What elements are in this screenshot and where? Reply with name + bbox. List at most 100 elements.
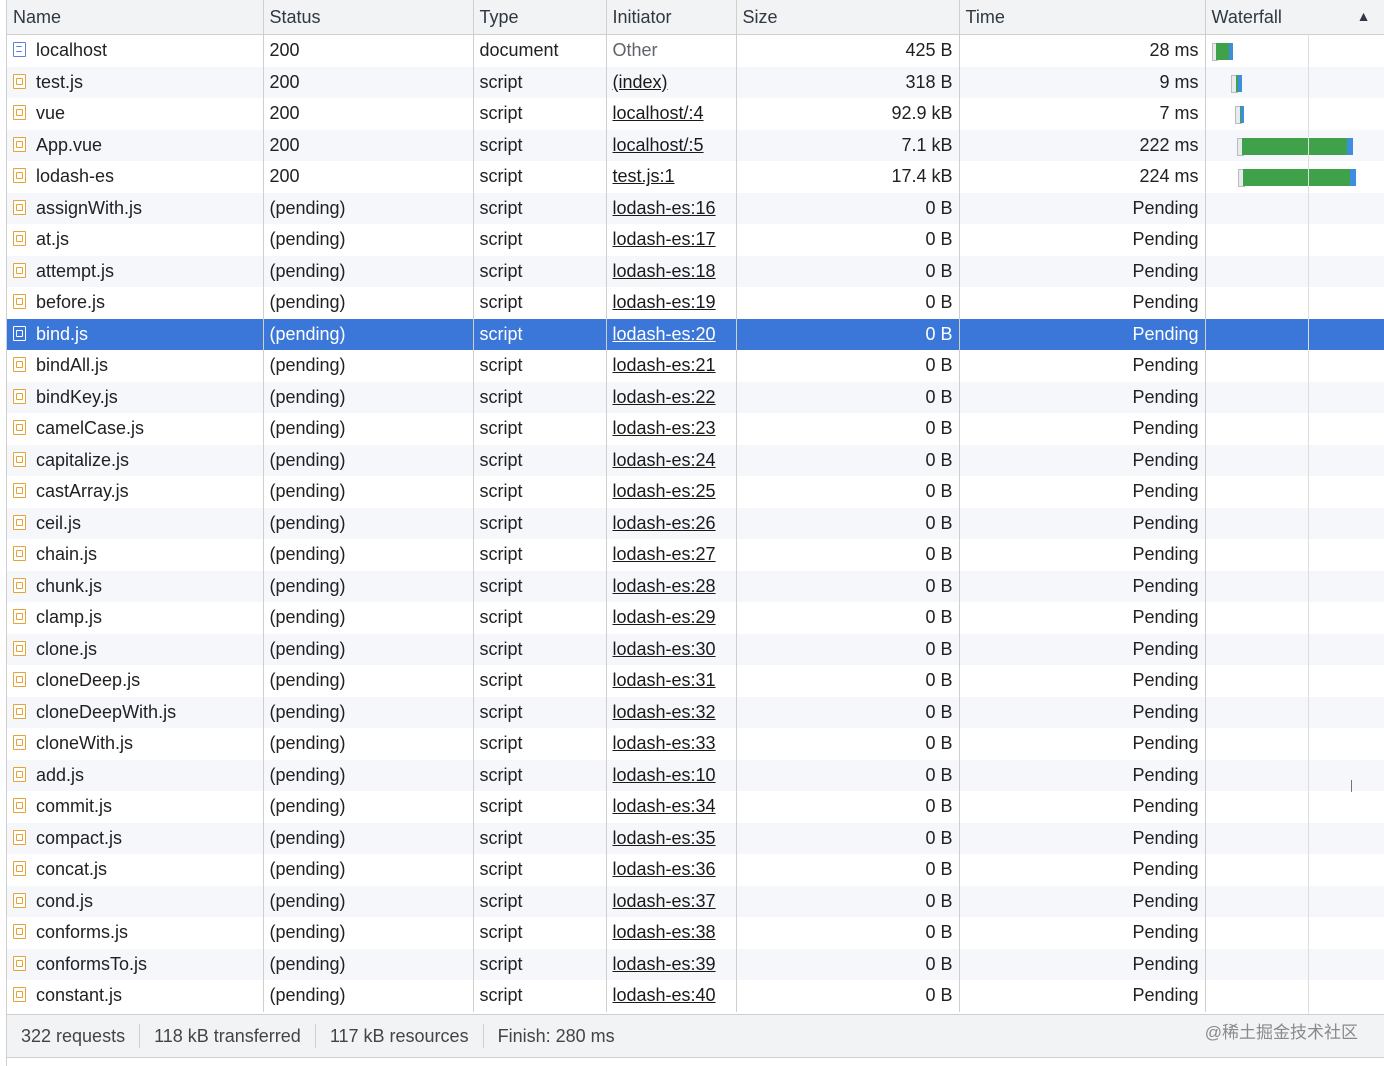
cell-name[interactable]: attempt.js: [7, 255, 264, 287]
initiator-link[interactable]: lodash-es:23: [613, 418, 716, 438]
table-row[interactable]: before.js (pending) script lodash-es:19 0 BP…: [7, 287, 1384, 319]
table-row[interactable]: clone.js (pending) script lodash-es:30 0 B Pe…: [7, 633, 1384, 665]
initiator-link[interactable]: lodash-es:24: [613, 450, 716, 470]
initiator-link[interactable]: lodash-es:27: [613, 544, 716, 564]
cell-initiator[interactable]: lodash-es:26: [606, 507, 737, 539]
cell-name[interactable]: chunk.js: [7, 570, 264, 602]
cell-initiator[interactable]: lodash-es:39: [606, 948, 737, 980]
cell-name[interactable]: assignWith.js: [7, 192, 264, 224]
column-header-initiator[interactable]: Initiator: [606, 0, 737, 35]
cell-name[interactable]: at.js: [7, 224, 264, 256]
cell-initiator[interactable]: lodash-es:18: [606, 255, 737, 287]
initiator-link[interactable]: lodash-es:10: [613, 765, 716, 785]
initiator-link[interactable]: lodash-es:26: [613, 513, 716, 533]
table-row[interactable]: lodash-es 200 script test.js:1 17.4 kB 224 ms: [7, 161, 1384, 193]
cell-initiator[interactable]: lodash-es:31: [606, 665, 737, 697]
cell-initiator[interactable]: lodash-es:19: [606, 287, 737, 319]
cell-name[interactable]: ceil.js: [7, 507, 264, 539]
table-row[interactable]: add.js (pending) script lodash-es:10 0 B Pend…: [7, 759, 1384, 791]
table-row[interactable]: bind.js (pending) script lodash-es:20 0 B Pen…: [7, 318, 1384, 350]
cell-name[interactable]: commit.js: [7, 791, 264, 823]
initiator-link[interactable]: lodash-es:22: [613, 387, 716, 407]
initiator-link[interactable]: lodash-es:35: [613, 828, 716, 848]
cell-name[interactable]: constant.js: [7, 980, 264, 1012]
table-row[interactable]: assignWith.js (pending) script lodash-es:16…: [7, 192, 1384, 224]
initiator-link[interactable]: lodash-es:25: [613, 481, 716, 501]
initiator-link[interactable]: lodash-es:34: [613, 796, 716, 816]
cell-initiator[interactable]: lodash-es:38: [606, 917, 737, 949]
table-row[interactable]: ceil.js (pending) script lodash-es:26 0 B Pen…: [7, 507, 1384, 539]
table-row[interactable]: conforms.js (pending) script lodash-es:38 0 …: [7, 917, 1384, 949]
initiator-link[interactable]: lodash-es:38: [613, 922, 716, 942]
cell-initiator[interactable]: lodash-es:32: [606, 696, 737, 728]
cell-initiator[interactable]: test.js:1: [606, 161, 737, 193]
cell-name[interactable]: cloneWith.js: [7, 728, 264, 760]
initiator-link[interactable]: lodash-es:18: [613, 261, 716, 281]
table-row[interactable]: cond.js (pending) script lodash-es:37 0 B Pen…: [7, 885, 1384, 917]
table-row[interactable]: chain.js (pending) script lodash-es:27 0 B Pe…: [7, 539, 1384, 571]
cell-initiator[interactable]: lodash-es:37: [606, 885, 737, 917]
initiator-link[interactable]: lodash-es:21: [613, 355, 716, 375]
cell-name[interactable]: conformsTo.js: [7, 948, 264, 980]
cell-initiator[interactable]: lodash-es:25: [606, 476, 737, 508]
table-row[interactable]: compact.js (pending) script lodash-es:35 0 B…: [7, 822, 1384, 854]
initiator-link[interactable]: lodash-es:20: [613, 324, 716, 344]
table-row[interactable]: cloneWith.js (pending) script lodash-es:33 0…: [7, 728, 1384, 760]
column-header-time[interactable]: Time: [959, 0, 1206, 35]
initiator-link[interactable]: test.js:1: [613, 166, 675, 186]
table-row[interactable]: chunk.js (pending) script lodash-es:28 0 B Pe…: [7, 570, 1384, 602]
cell-initiator[interactable]: lodash-es:23: [606, 413, 737, 445]
cell-name[interactable]: conforms.js: [7, 917, 264, 949]
cell-name[interactable]: bindAll.js: [7, 350, 264, 382]
table-row[interactable]: cloneDeepWith.js (pending) script lodash-es…: [7, 696, 1384, 728]
column-header-status[interactable]: Status: [263, 0, 474, 35]
cell-name[interactable]: capitalize.js: [7, 444, 264, 476]
cell-name[interactable]: concat.js: [7, 854, 264, 886]
cell-name[interactable]: cond.js: [7, 885, 264, 917]
cell-initiator[interactable]: lodash-es:36: [606, 854, 737, 886]
cell-name[interactable]: camelCase.js: [7, 413, 264, 445]
cell-initiator[interactable]: lodash-es:27: [606, 539, 737, 571]
cell-initiator[interactable]: lodash-es:21: [606, 350, 737, 382]
cell-initiator[interactable]: (index): [606, 66, 737, 98]
cell-initiator[interactable]: lodash-es:40: [606, 980, 737, 1012]
cell-initiator[interactable]: lodash-es:16: [606, 192, 737, 224]
initiator-link[interactable]: lodash-es:40: [613, 985, 716, 1005]
table-row[interactable]: castArray.js (pending) script lodash-es:25 0…: [7, 476, 1384, 508]
initiator-link[interactable]: lodash-es:16: [613, 198, 716, 218]
cell-name[interactable]: castArray.js: [7, 476, 264, 508]
table-row[interactable]: vue 200 script localhost/:4 92.9 kB 7 ms: [7, 98, 1384, 130]
cell-name[interactable]: App.vue: [7, 129, 264, 161]
sort-ascending-icon[interactable]: ▲: [1357, 8, 1371, 24]
cell-name[interactable]: localhost: [7, 34, 264, 67]
column-header-name[interactable]: Name: [7, 0, 264, 35]
cell-initiator[interactable]: lodash-es:30: [606, 633, 737, 665]
cell-initiator[interactable]: localhost/:5: [606, 129, 737, 161]
table-row[interactable]: bindKey.js (pending) script lodash-es:22 0 B…: [7, 381, 1384, 413]
cell-name[interactable]: clamp.js: [7, 602, 264, 634]
table-row[interactable]: constant.js (pending) script lodash-es:40 0 …: [7, 980, 1384, 1012]
table-row[interactable]: attempt.js (pending) script lodash-es:18 0 B…: [7, 255, 1384, 287]
cell-name[interactable]: lodash-es: [7, 161, 264, 193]
cell-name[interactable]: test.js: [7, 66, 264, 98]
column-header-size[interactable]: Size: [736, 0, 960, 35]
cell-initiator[interactable]: lodash-es:29: [606, 602, 737, 634]
cell-name[interactable]: add.js: [7, 759, 264, 791]
cell-name[interactable]: compact.js: [7, 822, 264, 854]
cell-name[interactable]: bind.js: [7, 318, 264, 350]
initiator-link[interactable]: lodash-es:36: [613, 859, 716, 879]
cell-name[interactable]: cloneDeepWith.js: [7, 696, 264, 728]
cell-initiator[interactable]: lodash-es:34: [606, 791, 737, 823]
cell-name[interactable]: chain.js: [7, 539, 264, 571]
initiator-link[interactable]: lodash-es:31: [613, 670, 716, 690]
cell-name[interactable]: clone.js: [7, 633, 264, 665]
initiator-link[interactable]: lodash-es:29: [613, 607, 716, 627]
initiator-link[interactable]: lodash-es:17: [613, 229, 716, 249]
table-row[interactable]: bindAll.js (pending) script lodash-es:21 0 B…: [7, 350, 1384, 382]
table-row[interactable]: commit.js (pending) script lodash-es:34 0 BP…: [7, 791, 1384, 823]
table-row[interactable]: clamp.js (pending) script lodash-es:29 0 B Pe…: [7, 602, 1384, 634]
table-row[interactable]: test.js 200 script (index) 318 B9 ms: [7, 66, 1384, 98]
cell-initiator[interactable]: lodash-es:28: [606, 570, 737, 602]
initiator-link[interactable]: localhost/:4: [613, 103, 704, 123]
table-row[interactable]: concat.js (pending) script lodash-es:36 0 BP…: [7, 854, 1384, 886]
